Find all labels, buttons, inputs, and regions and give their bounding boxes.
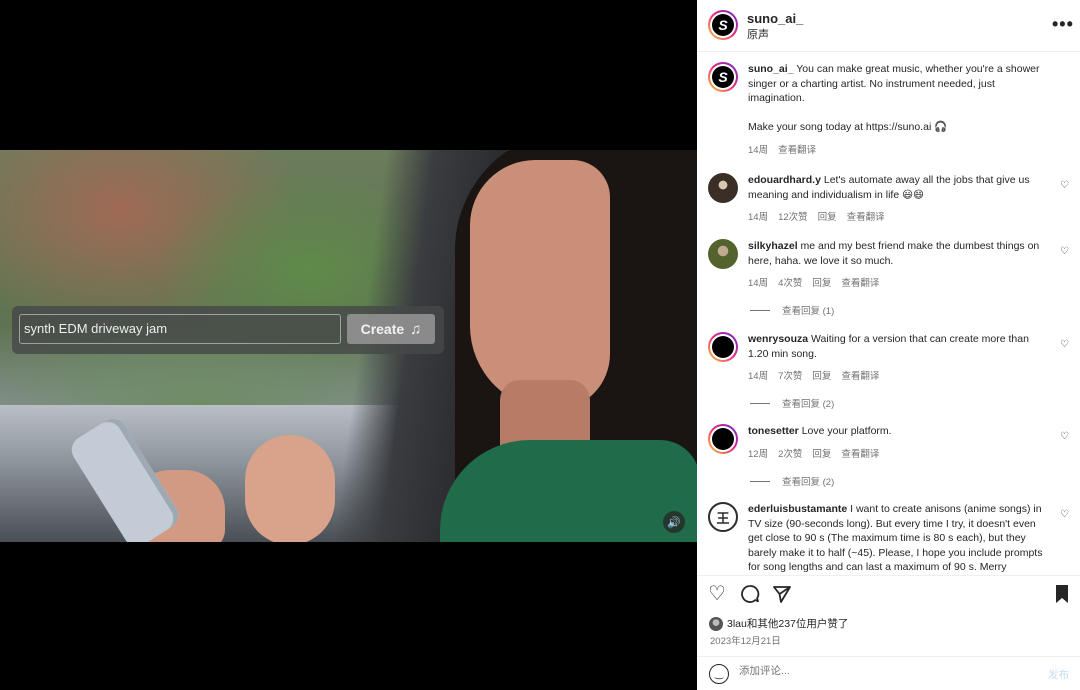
comment-time: 14周 bbox=[748, 371, 769, 382]
caption-username[interactable]: suno_ai_ bbox=[748, 63, 794, 75]
comment-username[interactable]: ederluisbustamante bbox=[748, 503, 847, 515]
comment-meta: 14周 4次赞 回复 查看翻译 bbox=[748, 275, 879, 289]
comment-translate[interactable]: 查看翻译 bbox=[847, 209, 885, 223]
comment-meta: 14周 7次赞 回复 查看翻译 bbox=[748, 368, 879, 382]
comment-reply[interactable]: 回复 bbox=[812, 368, 831, 382]
comment-meta: 12周 2次赞 回复 查看翻译 bbox=[748, 446, 879, 460]
suno-logo-icon: S bbox=[712, 14, 734, 36]
more-options-icon[interactable]: ••• bbox=[1052, 14, 1074, 35]
comment-username[interactable]: wenrysouza bbox=[748, 333, 808, 345]
comment-like-icon[interactable]: ♡ bbox=[1060, 431, 1069, 442]
comment-translate[interactable]: 查看翻译 bbox=[841, 275, 879, 289]
suno-logo-icon: S bbox=[712, 66, 734, 88]
commenter-avatar[interactable] bbox=[708, 332, 738, 362]
create-label: Create bbox=[360, 321, 405, 337]
comment-text: ederluisbustamante I want to create anis… bbox=[748, 502, 1048, 574]
post-button[interactable]: 发布 bbox=[1048, 667, 1069, 682]
comments-scroll[interactable]: S suno_ai_ You can make great music, whe… bbox=[697, 52, 1080, 574]
comment-bubble-icon[interactable] bbox=[740, 584, 760, 608]
comment-time: 12周 bbox=[748, 449, 769, 460]
green-shirt bbox=[440, 440, 697, 542]
view-replies[interactable]: 查看回复 (1) bbox=[750, 303, 834, 317]
post-side-panel: S suno_ai_ 原声 ••• S suno_ai_ You can mak… bbox=[697, 0, 1080, 690]
comment-reply[interactable]: 回复 bbox=[812, 275, 831, 289]
comment-translate[interactable]: 查看翻译 bbox=[841, 368, 879, 382]
comment-bar: ‿ 发布 bbox=[697, 656, 1080, 690]
caption-avatar[interactable]: S bbox=[708, 62, 738, 92]
likes-summary[interactable]: 3lau和其他237位用户赞了 bbox=[709, 616, 848, 631]
comment-likes[interactable]: 2次赞 bbox=[778, 446, 802, 460]
video-player[interactable]: synth EDM driveway jam Create ♫ 🔊 bbox=[0, 150, 697, 542]
create-button: Create ♫ bbox=[347, 314, 435, 344]
comment-text: edouardhard.y Let's automate away all th… bbox=[748, 173, 1048, 202]
comment-time: 14周 bbox=[748, 278, 769, 289]
media-panel: synth EDM driveway jam Create ♫ 🔊 bbox=[0, 0, 697, 690]
comment-like-icon[interactable]: ♡ bbox=[1060, 339, 1069, 350]
commenter-avatar[interactable]: 王 bbox=[708, 502, 738, 532]
comment-body: Love your platform. bbox=[801, 425, 892, 437]
caption-time: 14周 bbox=[748, 145, 769, 156]
music-note-icon: ♫ bbox=[410, 320, 422, 338]
speaker-icon[interactable]: 🔊 bbox=[663, 511, 685, 533]
comment-username[interactable]: tonesetter bbox=[748, 425, 799, 437]
view-replies[interactable]: 查看回复 (2) bbox=[750, 474, 834, 488]
comment-like-icon[interactable]: ♡ bbox=[1060, 509, 1069, 520]
prompt-input: synth EDM driveway jam bbox=[19, 314, 341, 344]
comment-meta: 14周 12次赞 回复 查看翻译 bbox=[748, 209, 885, 223]
woman-face bbox=[470, 160, 610, 410]
commenter-avatar[interactable] bbox=[708, 424, 738, 454]
comment-text: tonesetter Love your platform. bbox=[748, 424, 1048, 439]
post-date: 2023年12月21日 bbox=[710, 636, 781, 647]
caption-body-2: Make your song today at https://suno.ai … bbox=[748, 120, 948, 133]
caption-text: suno_ai_ You can make great music, wheth… bbox=[748, 62, 1048, 134]
like-heart-icon[interactable]: ♡ bbox=[708, 584, 726, 604]
comment-reply[interactable]: 回复 bbox=[818, 209, 837, 223]
comment-text: wenrysouza Waiting for a version that ca… bbox=[748, 332, 1048, 361]
song-prompt-bar: synth EDM driveway jam Create ♫ bbox=[12, 306, 444, 354]
caption-translate[interactable]: 查看翻译 bbox=[778, 142, 816, 156]
header-avatar[interactable]: S bbox=[708, 10, 738, 40]
emoji-icon[interactable]: ‿ bbox=[709, 664, 729, 684]
commenter-avatar[interactable] bbox=[708, 239, 738, 269]
comment-reply[interactable]: 回复 bbox=[812, 446, 831, 460]
comment-username[interactable]: edouardhard.y bbox=[748, 174, 821, 186]
caption-meta: 14周 查看翻译 bbox=[748, 142, 816, 156]
share-paper-plane-icon[interactable] bbox=[772, 584, 792, 608]
comment-likes[interactable]: 7次赞 bbox=[778, 368, 802, 382]
comment-input[interactable] bbox=[739, 665, 1039, 677]
comment-time: 14周 bbox=[748, 212, 769, 223]
comment-like-icon[interactable]: ♡ bbox=[1060, 180, 1069, 191]
comment-likes[interactable]: 12次赞 bbox=[778, 209, 808, 223]
post-header: S suno_ai_ 原声 ••• bbox=[697, 0, 1080, 52]
view-replies[interactable]: 查看回复 (2) bbox=[750, 396, 834, 410]
hand-raised bbox=[245, 435, 335, 542]
bookmark-icon[interactable] bbox=[1054, 584, 1070, 608]
audio-label[interactable]: 原声 bbox=[747, 26, 769, 42]
liker-avatar bbox=[709, 616, 723, 631]
commenter-avatar[interactable] bbox=[708, 173, 738, 203]
comment-like-icon[interactable]: ♡ bbox=[1060, 246, 1069, 257]
comment-username[interactable]: silkyhazel bbox=[748, 240, 798, 252]
likes-text[interactable]: 3lau和其他237位用户赞了 bbox=[727, 616, 848, 631]
header-username[interactable]: suno_ai_ bbox=[747, 11, 803, 26]
comment-likes[interactable]: 4次赞 bbox=[778, 275, 802, 289]
comment-translate[interactable]: 查看翻译 bbox=[841, 446, 879, 460]
comment-text: silkyhazel me and my best friend make th… bbox=[748, 239, 1048, 268]
